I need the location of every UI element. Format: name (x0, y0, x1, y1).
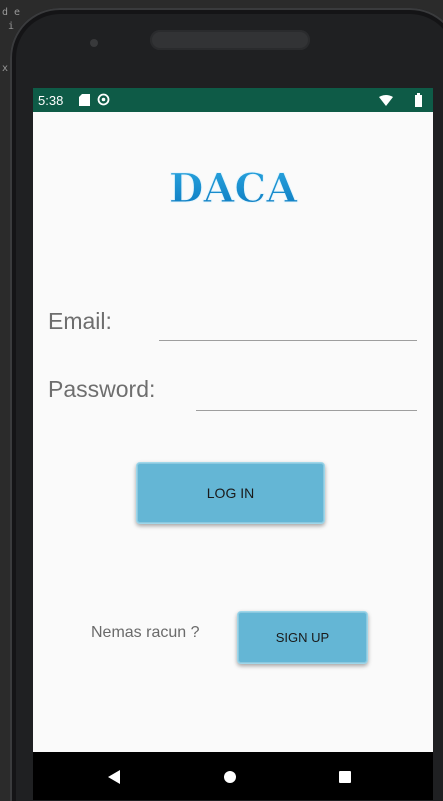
daca-logo: DACA (168, 165, 299, 213)
login-button[interactable]: LOG IN (136, 462, 325, 524)
signup-button[interactable]: SIGN UP (237, 611, 368, 664)
recents-icon[interactable] (339, 771, 351, 783)
sync-icon (97, 93, 110, 106)
email-field[interactable] (159, 312, 417, 341)
earpiece-speaker (150, 30, 310, 50)
wifi-icon (379, 95, 393, 106)
email-label: Email: (48, 308, 112, 334)
signup-prompt: Nemas racun ? (91, 624, 200, 641)
home-icon[interactable] (224, 771, 236, 783)
back-icon[interactable] (108, 770, 121, 784)
password-field[interactable] (196, 382, 417, 411)
front-camera (90, 39, 98, 47)
login-button-label: LOG IN (206, 485, 255, 501)
password-label: Password: (48, 376, 156, 402)
status-time: 5:38 (38, 93, 64, 108)
emulator-window: d e i x 5:38 DACA Email: Password: LOG I… (0, 0, 443, 801)
battery-icon (415, 93, 422, 107)
signup-button-label: SIGN UP (275, 630, 330, 645)
sd-card-icon (79, 94, 90, 106)
status-bar: 5:38 (33, 88, 433, 112)
navigation-bar (33, 752, 433, 800)
app-screen: 5:38 DACA Email: Password: LOG IN Nemas … (33, 88, 433, 800)
logo-text: DACA (169, 165, 299, 212)
